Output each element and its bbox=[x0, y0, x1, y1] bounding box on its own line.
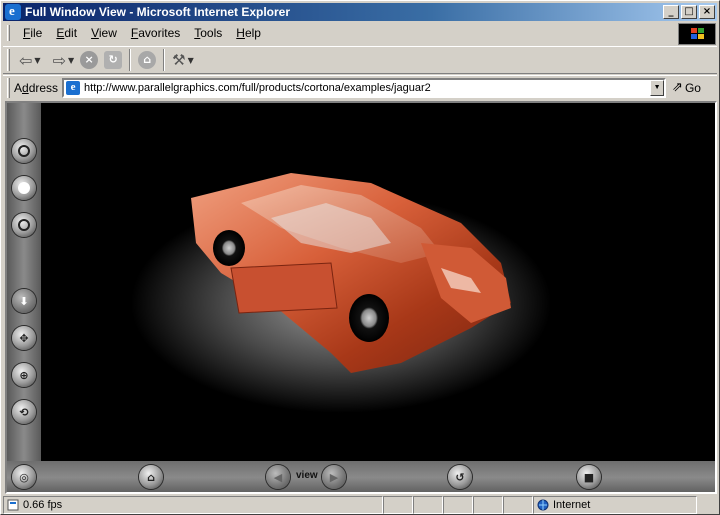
menu-view[interactable]: View bbox=[84, 26, 124, 40]
left-arrow-icon: ◀ bbox=[273, 470, 283, 484]
title-bar: Full Window View - Microsoft Internet Ex… bbox=[3, 3, 717, 21]
turn-icon: ⊕ bbox=[19, 368, 29, 382]
status-cell bbox=[503, 496, 533, 514]
align-button[interactable]: ⌂ bbox=[139, 465, 163, 489]
plan-button[interactable]: ⬇ bbox=[12, 289, 36, 313]
study-mode-button[interactable] bbox=[12, 213, 36, 237]
car-rear-wheel bbox=[213, 230, 245, 266]
toolbar-separator bbox=[129, 49, 132, 71]
ie-logo-icon bbox=[5, 3, 21, 20]
next-view-button[interactable]: ▶ bbox=[322, 465, 346, 489]
address-label: Address bbox=[14, 80, 59, 95]
menu-edit[interactable]: Edit bbox=[49, 26, 84, 40]
status-cell bbox=[383, 496, 413, 514]
menu-help[interactable]: Help bbox=[229, 26, 268, 40]
view-label: view bbox=[296, 470, 318, 481]
restore-button[interactable]: ↺ bbox=[448, 465, 472, 489]
window-title: Full Window View - Microsoft Internet Ex… bbox=[25, 5, 291, 19]
stop-button[interactable]: × bbox=[77, 49, 101, 71]
status-cell bbox=[443, 496, 473, 514]
forward-arrow-icon: ⇨ bbox=[52, 50, 66, 70]
pan-button[interactable]: ✥ bbox=[12, 326, 36, 350]
page-icon: e bbox=[66, 80, 81, 95]
forward-dropdown-icon[interactable]: ▼ bbox=[68, 56, 74, 65]
home-button[interactable]: ⌂ bbox=[135, 49, 159, 71]
menu-bar: File Edit View Favorites Tools Help bbox=[3, 23, 675, 43]
toolbar-separator bbox=[163, 49, 166, 71]
fit-button[interactable]: ■ bbox=[577, 465, 601, 489]
tools-dropdown-icon[interactable]: ▼ bbox=[188, 56, 194, 65]
roll-button[interactable]: ⟲ bbox=[12, 400, 36, 424]
previous-view-button[interactable]: ◀ bbox=[266, 465, 290, 489]
jaguar-car-render bbox=[131, 173, 551, 413]
windows-logo-icon bbox=[678, 23, 716, 45]
go-button[interactable]: ⇗ Go bbox=[672, 80, 701, 95]
status-bar: 0.66 fps Internet bbox=[3, 496, 717, 514]
stop-icon: × bbox=[80, 51, 99, 69]
roll-icon: ⟲ bbox=[19, 405, 29, 419]
address-url[interactable]: http://www.parallelgraphics.com/full/pro… bbox=[84, 82, 431, 94]
home-icon: ⌂ bbox=[138, 51, 157, 69]
down-arrow-icon: ⬇ bbox=[19, 294, 29, 308]
menu-grip bbox=[7, 25, 10, 41]
right-arrow-icon: ▶ bbox=[329, 470, 339, 484]
standard-toolbar: ⇦ ▼ ⇨ ▼ × ↻ ⌂ ⚒ ▼ bbox=[3, 46, 717, 74]
fly-icon bbox=[18, 182, 30, 194]
status-text-cell: 0.66 fps bbox=[3, 496, 383, 514]
window-controls: _ □ × bbox=[663, 5, 715, 19]
restore-icon: ↺ bbox=[455, 470, 465, 484]
minimize-button[interactable]: _ bbox=[663, 5, 679, 19]
browser-window: Full Window View - Microsoft Internet Ex… bbox=[0, 0, 720, 515]
address-dropdown-button[interactable]: ▼ bbox=[650, 79, 665, 96]
3d-scene-canvas[interactable] bbox=[41, 103, 715, 461]
menu-file[interactable]: File bbox=[16, 26, 49, 40]
go-arrow-icon: ⇗ bbox=[672, 80, 683, 95]
address-bar: Address e http://www.parallelgraphics.co… bbox=[3, 75, 717, 99]
refresh-icon: ↻ bbox=[104, 51, 123, 69]
car-front-wheel bbox=[349, 294, 389, 342]
back-dropdown-icon[interactable]: ▼ bbox=[34, 56, 40, 65]
maximize-button[interactable]: □ bbox=[681, 5, 697, 19]
forward-button[interactable]: ⇨ ▼ bbox=[50, 49, 78, 71]
go-label: Go bbox=[684, 80, 701, 95]
page-content: ⬇ ✥ ⊕ ⟲ ◎ ⌂ ◀ ▶ ↺ ■ view bbox=[5, 101, 717, 494]
fit-icon: ■ bbox=[583, 470, 595, 484]
fly-mode-button[interactable] bbox=[12, 176, 36, 200]
car-open-door bbox=[230, 262, 338, 314]
zone-text: Internet bbox=[553, 499, 591, 511]
viewer-left-toolbar: ⬇ ✥ ⊕ ⟲ bbox=[7, 103, 41, 463]
back-button[interactable]: ⇦ ▼ bbox=[16, 49, 44, 71]
globe-icon bbox=[537, 499, 549, 511]
menu-favorites[interactable]: Favorites bbox=[124, 26, 187, 40]
status-cell bbox=[473, 496, 503, 514]
pan-icon: ✥ bbox=[19, 331, 29, 345]
walk-mode-button[interactable] bbox=[12, 139, 36, 163]
toolbar-grip bbox=[7, 49, 10, 71]
refresh-button[interactable]: ↻ bbox=[101, 49, 125, 71]
close-button[interactable]: × bbox=[699, 5, 715, 19]
page-status-icon bbox=[7, 499, 19, 511]
address-grip bbox=[7, 77, 10, 98]
turn-button[interactable]: ⊕ bbox=[12, 363, 36, 387]
address-input[interactable]: e http://www.parallelgraphics.com/full/p… bbox=[62, 77, 667, 98]
walk-icon bbox=[18, 145, 30, 157]
fps-text: 0.66 fps bbox=[23, 499, 63, 511]
tools-button[interactable]: ⚒ ▼ bbox=[169, 49, 197, 71]
study-icon bbox=[18, 219, 30, 231]
tools-icon: ⚒ bbox=[172, 51, 186, 69]
status-cell bbox=[413, 496, 443, 514]
zoom-icon: ◎ bbox=[19, 470, 29, 484]
zone-cell: Internet bbox=[533, 496, 697, 514]
viewer-bottom-toolbar: ◎ ⌂ ◀ ▶ ↺ ■ bbox=[7, 461, 715, 492]
zoom-button[interactable]: ◎ bbox=[12, 465, 36, 489]
back-arrow-icon: ⇦ bbox=[19, 50, 33, 70]
align-icon: ⌂ bbox=[147, 470, 155, 484]
menu-tools[interactable]: Tools bbox=[187, 26, 229, 40]
